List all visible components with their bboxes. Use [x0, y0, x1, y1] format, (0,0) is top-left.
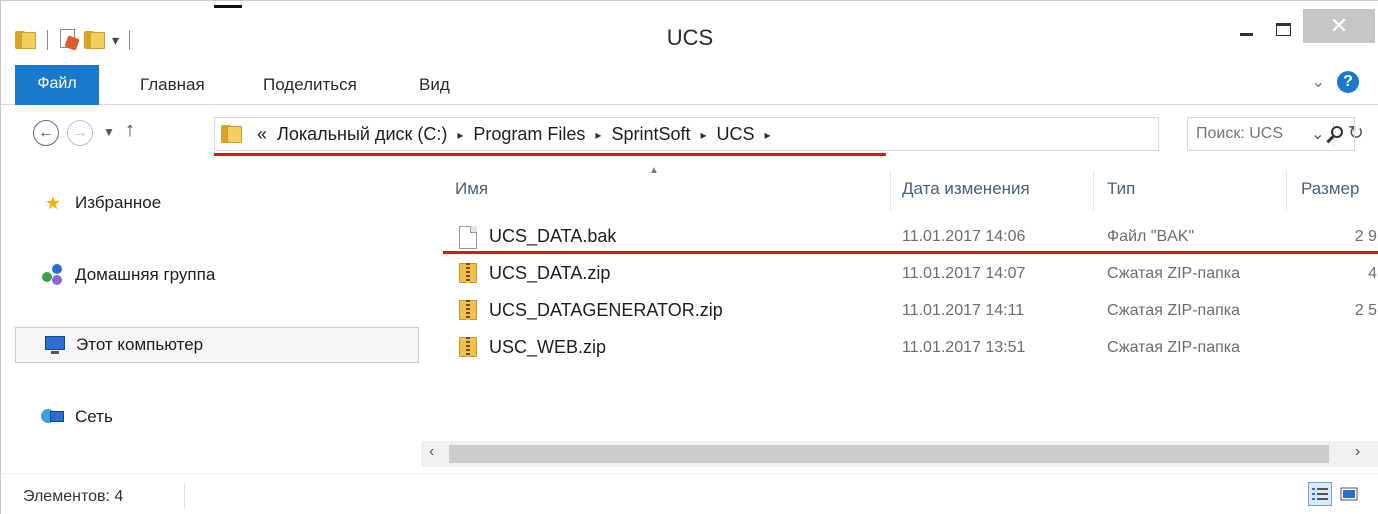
- explorer-window: ▾ UCS ✕ Файл Главная Поделиться Вид ⌄ ? …: [0, 0, 1378, 514]
- annotation-underline-address: [214, 153, 886, 156]
- file-name: UCS_DATA.zip: [489, 263, 611, 283]
- maximize-icon: [1275, 22, 1291, 36]
- sort-ascending-icon: ▲: [649, 165, 659, 176]
- breadcrumb: « Локальный диск (C:) ▸ Program Files ▸ …: [257, 124, 771, 145]
- large-icons-view-icon: [1340, 487, 1358, 501]
- up-button[interactable]: ↑: [125, 119, 135, 142]
- file-row[interactable]: USC_WEB.zip 11.01.2017 13:51 Сжатая ZIP-…: [445, 330, 1378, 366]
- column-divider[interactable]: [890, 171, 891, 211]
- zip-folder-icon: [459, 263, 479, 285]
- column-divider[interactable]: [1093, 171, 1094, 211]
- nav-item-label: Сеть: [75, 407, 113, 426]
- nav-item-network[interactable]: Сеть: [15, 399, 419, 435]
- ribbon-controls: ⌄ ?: [1312, 71, 1359, 93]
- details-view-icon: [1312, 488, 1328, 500]
- title-bar: ▾ UCS ✕: [1, 1, 1378, 63]
- zip-folder-icon: [459, 300, 479, 322]
- breadcrumb-overflow[interactable]: «: [257, 124, 267, 145]
- nav-item-label: Домашняя группа: [75, 265, 216, 284]
- star-icon: ★: [44, 192, 62, 213]
- tab-share[interactable]: Поделиться: [263, 75, 357, 95]
- file-date: 11.01.2017 14:11: [902, 302, 1025, 319]
- expand-ribbon-icon[interactable]: ⌄: [1312, 72, 1325, 92]
- column-header-size[interactable]: Размер: [1301, 179, 1359, 199]
- cursor-mark: [214, 5, 242, 8]
- breadcrumb-separator-icon[interactable]: ▸: [765, 128, 771, 142]
- file-icon: [459, 226, 479, 250]
- status-divider: [184, 484, 185, 508]
- breadcrumb-separator-icon[interactable]: ▸: [595, 128, 601, 142]
- horizontal-scrollbar[interactable]: ‹ ›: [421, 441, 1378, 467]
- file-row[interactable]: UCS_DATAGENERATOR.zip 11.01.2017 14:11 С…: [445, 293, 1378, 329]
- forward-arrow-icon: →: [72, 124, 88, 141]
- computer-icon: [38, 336, 70, 354]
- column-header-date[interactable]: Дата изменения: [902, 179, 1030, 199]
- file-type: Сжатая ZIP-папка: [1107, 302, 1241, 319]
- folder-icon: [221, 125, 243, 143]
- forward-button[interactable]: →: [67, 120, 93, 146]
- breadcrumb-separator-icon[interactable]: ▸: [701, 128, 707, 142]
- scroll-left-icon[interactable]: ‹: [429, 443, 434, 461]
- search-icon[interactable]: [1325, 125, 1345, 145]
- search-input[interactable]: [1196, 123, 1318, 145]
- file-size: 2 5: [1354, 302, 1377, 319]
- breadcrumb-item-ucs[interactable]: UCS: [717, 124, 755, 145]
- file-row[interactable]: UCS_DATA.bak 11.01.2017 14:06 Файл "BAK"…: [445, 219, 1378, 255]
- close-button[interactable]: ✕: [1303, 9, 1375, 43]
- close-icon: ✕: [1329, 13, 1349, 38]
- file-name: USC_WEB.zip: [489, 337, 607, 357]
- network-icon: [37, 407, 69, 427]
- minimize-icon: [1239, 32, 1253, 36]
- file-list: ▲ Имя Дата изменения Тип Размер UCS_DATA…: [421, 163, 1378, 473]
- nav-item-favorites[interactable]: ★ Избранное: [15, 185, 419, 221]
- scrollbar-thumb[interactable]: [449, 445, 1329, 463]
- file-row[interactable]: UCS_DATA.zip 11.01.2017 14:07 Сжатая ZIP…: [445, 256, 1378, 292]
- homegroup-icon: [37, 264, 69, 286]
- breadcrumb-separator-icon[interactable]: ▸: [457, 128, 463, 142]
- breadcrumb-item-local-disk[interactable]: Локальный диск (C:): [277, 124, 447, 145]
- ribbon-tabs: Файл Главная Поделиться Вид ⌄ ?: [1, 63, 1378, 105]
- column-header-type[interactable]: Тип: [1107, 179, 1135, 199]
- file-size: 2 9: [1354, 228, 1377, 245]
- file-date: 11.01.2017 13:51: [902, 339, 1026, 356]
- back-button[interactable]: ←: [33, 120, 59, 146]
- annotation-underline-file: [443, 251, 1378, 254]
- tab-view[interactable]: Вид: [419, 75, 450, 95]
- tab-file[interactable]: Файл: [15, 65, 99, 105]
- nav-item-label: Избранное: [75, 193, 162, 212]
- tab-home[interactable]: Главная: [140, 75, 205, 95]
- large-icons-view-button[interactable]: [1337, 482, 1361, 506]
- file-date: 11.01.2017 14:06: [902, 228, 1026, 245]
- minimize-button[interactable]: [1228, 11, 1264, 47]
- breadcrumb-item-sprintsoft[interactable]: SprintSoft: [611, 124, 690, 145]
- nav-item-this-pc[interactable]: Этот компьютер: [15, 327, 419, 363]
- search-box[interactable]: [1187, 117, 1355, 151]
- file-type: Сжатая ZIP-папка: [1107, 339, 1241, 356]
- file-name: UCS_DATA.bak: [489, 226, 617, 246]
- column-header-name[interactable]: Имя: [455, 179, 488, 199]
- status-bar: Элементов: 4: [1, 473, 1378, 514]
- breadcrumb-item-program-files[interactable]: Program Files: [473, 124, 585, 145]
- file-date: 11.01.2017 14:07: [902, 265, 1026, 282]
- scroll-right-icon[interactable]: ›: [1355, 443, 1360, 461]
- file-size: 4: [1368, 265, 1377, 282]
- window-title: UCS: [666, 25, 714, 50]
- navigation-pane: ★ Избранное Домашняя группа Этот компьют…: [1, 163, 421, 473]
- file-name: UCS_DATAGENERATOR.zip: [489, 300, 723, 320]
- help-icon[interactable]: ?: [1337, 71, 1359, 93]
- nav-item-homegroup[interactable]: Домашняя группа: [15, 257, 419, 293]
- nav-item-label: Этот компьютер: [76, 335, 204, 354]
- zip-folder-icon: [459, 337, 479, 359]
- details-view-button[interactable]: [1308, 482, 1332, 506]
- back-arrow-icon: ←: [38, 124, 54, 141]
- address-bar[interactable]: « Локальный диск (C:) ▸ Program Files ▸ …: [214, 117, 1364, 151]
- file-type: Файл "BAK": [1107, 228, 1195, 245]
- maximize-button[interactable]: [1265, 11, 1301, 47]
- file-type: Сжатая ZIP-папка: [1107, 265, 1241, 282]
- item-count: Элементов: 4: [23, 488, 124, 505]
- column-divider[interactable]: [1286, 171, 1287, 211]
- recent-locations-icon[interactable]: ▼: [103, 125, 115, 139]
